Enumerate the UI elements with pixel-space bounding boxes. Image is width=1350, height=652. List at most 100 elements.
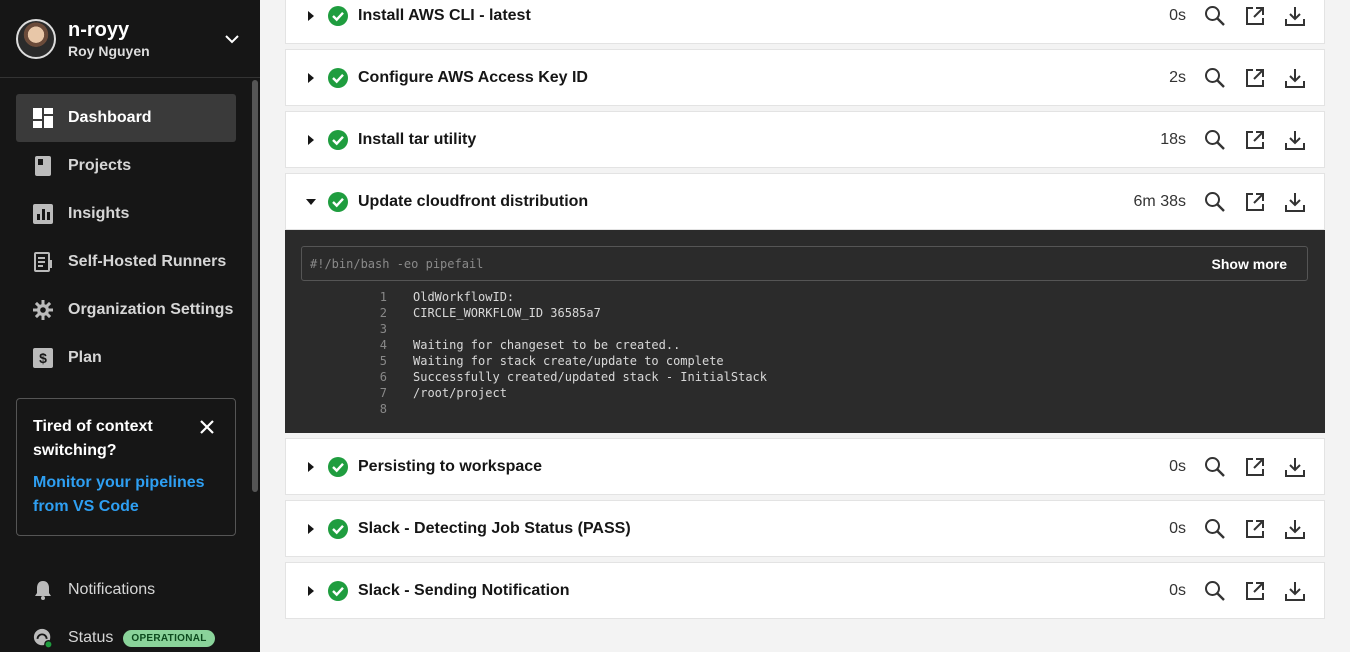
sidebar-item-label: Insights [68,205,130,222]
close-icon[interactable] [197,417,217,437]
step-row[interactable]: Install tar utility 18s [285,111,1325,168]
line-number: 3 [379,322,387,336]
search-icon[interactable] [1204,456,1226,478]
bell-icon [33,580,53,600]
sidebar-item-insights[interactable]: Insights [16,190,236,238]
line-number: 4 [379,338,387,352]
line-number: 6 [379,370,387,384]
search-icon[interactable] [1204,5,1226,27]
line-text: Successfully created/updated stack - Ini… [413,370,768,384]
step-row-expanded[interactable]: Update cloudfront distribution 6m 38s [285,173,1325,230]
promo-link[interactable]: Monitor your pipelines from VS Code [33,471,219,519]
plan-icon: $ [33,348,53,368]
notifications-label: Notifications [68,581,156,598]
output-line: 6 Successfully created/updated stack - In… [365,369,767,385]
step-duration: 0s [1169,6,1186,24]
download-icon[interactable] [1284,456,1306,478]
open-external-icon[interactable] [1244,580,1266,602]
search-icon[interactable] [1204,129,1226,151]
success-check-icon [328,5,348,26]
step-command: #!/bin/bash -eo pipefail [310,256,484,271]
line-text: Waiting for changeset to be created.. [413,338,681,352]
sidebar-item-plan[interactable]: $ Plan [16,334,236,382]
line-text: /root/project [413,386,507,400]
open-external-icon[interactable] [1244,518,1266,540]
search-icon[interactable] [1204,67,1226,89]
status-badge: OPERATIONAL [123,629,215,647]
sidebar-item-status[interactable]: Status OPERATIONAL [33,628,215,649]
sidebar-item-label: Plan [68,349,102,366]
user-handle: n-royy [68,18,130,41]
step-row[interactable]: Slack - Detecting Job Status (PASS) 0s [285,500,1325,557]
caret-right-icon[interactable] [306,134,316,145]
success-check-icon [328,456,348,477]
sidebar-item-self-hosted-runners[interactable]: Self-Hosted Runners [16,238,236,286]
caret-right-icon[interactable] [306,523,316,534]
line-number: 8 [379,402,387,416]
caret-right-icon[interactable] [306,461,316,472]
sidebar-item-label: Self-Hosted Runners [68,253,227,270]
step-duration: 6m 38s [1133,192,1186,210]
output-lines: 1 OldWorkflowID: 2 CIRCLE_WORKFLOW_ID 3658… [365,289,767,417]
search-icon[interactable] [1204,518,1226,540]
caret-right-icon[interactable] [306,585,316,596]
output-line: 2 CIRCLE_WORKFLOW_ID 36585a7 [365,305,767,321]
line-number: 7 [379,386,387,400]
sidebar-item-dashboard[interactable]: Dashboard [16,94,236,142]
step-duration: 0s [1169,581,1186,599]
step-label: Install tar utility [358,130,477,148]
sidebar: n-royy Roy Nguyen Dashboard Projects Ins… [0,0,260,652]
gear-icon [33,300,53,320]
sidebar-nav: Dashboard Projects Insights Self-Hosted … [16,94,236,382]
search-icon[interactable] [1204,580,1226,602]
sidebar-item-label: Dashboard [68,109,152,126]
line-text: OldWorkflowID: [413,290,515,304]
sidebar-scrollbar[interactable] [252,80,258,492]
sidebar-item-organization-settings[interactable]: Organization Settings [16,286,236,334]
sidebar-item-notifications[interactable]: Notifications [33,580,155,600]
line-number: 1 [379,290,387,304]
download-icon[interactable] [1284,5,1306,27]
download-icon[interactable] [1284,580,1306,602]
download-icon[interactable] [1284,129,1306,151]
download-icon[interactable] [1284,191,1306,213]
dashboard-icon [33,108,53,128]
output-line: 8 [365,401,767,417]
step-duration: 18s [1160,130,1186,148]
caret-down-icon[interactable] [306,197,316,207]
promo-title: Tired of context switching? [33,418,153,459]
open-external-icon[interactable] [1244,5,1266,27]
output-line: 3 [365,321,767,337]
download-icon[interactable] [1284,518,1306,540]
step-output-terminal: #!/bin/bash -eo pipefail Show more 1 OldW… [285,230,1325,433]
projects-icon [33,156,53,176]
chevron-down-icon[interactable] [220,27,244,51]
output-line: 1 OldWorkflowID: [365,289,767,305]
caret-right-icon[interactable] [306,10,316,21]
step-duration: 0s [1169,519,1186,537]
open-external-icon[interactable] [1244,456,1266,478]
download-icon[interactable] [1284,67,1306,89]
caret-right-icon[interactable] [306,72,316,83]
step-row[interactable]: Persisting to workspace 0s [285,438,1325,495]
open-external-icon[interactable] [1244,67,1266,89]
svg-text:$: $ [39,350,47,366]
step-row[interactable]: Install AWS CLI - latest 0s [285,0,1325,44]
success-check-icon [328,67,348,88]
success-check-icon [328,580,348,601]
search-icon[interactable] [1204,191,1226,213]
user-menu[interactable]: n-royy Roy Nguyen [0,0,260,78]
open-external-icon[interactable] [1244,191,1266,213]
step-duration: 2s [1169,68,1186,86]
success-check-icon [328,518,348,539]
output-line: 4 Waiting for changeset to be created.. [365,337,767,353]
step-label: Slack - Detecting Job Status (PASS) [358,519,631,537]
insights-icon [33,204,53,224]
step-row[interactable]: Slack - Sending Notification 0s [285,562,1325,619]
sidebar-item-label: Projects [68,157,132,174]
sidebar-item-projects[interactable]: Projects [16,142,236,190]
show-more-button[interactable]: Show more [1212,256,1287,272]
step-row[interactable]: Configure AWS Access Key ID 2s [285,49,1325,106]
open-external-icon[interactable] [1244,129,1266,151]
step-label: Persisting to workspace [358,457,543,475]
